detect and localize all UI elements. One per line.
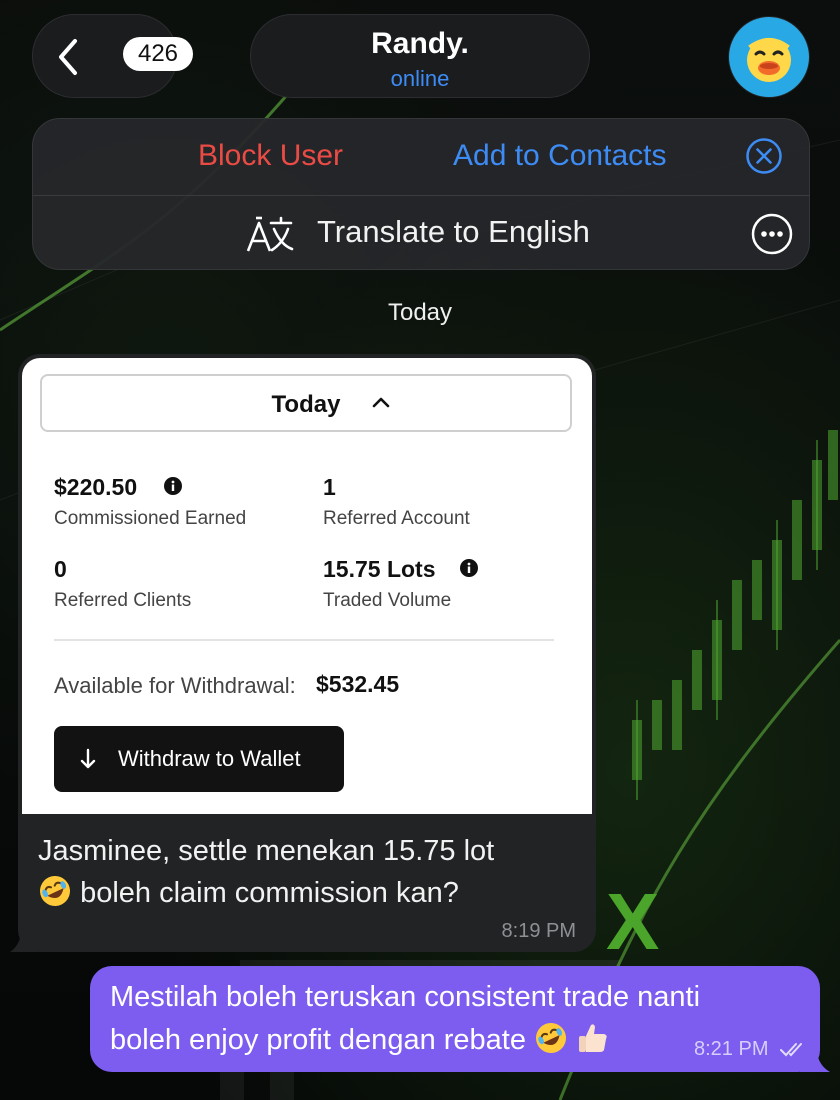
period-dropdown-value: Today <box>271 391 341 418</box>
date-separator: Today <box>387 299 453 326</box>
incoming-message-text: Jasminee, settle menekan 15.75 lot boleh… <box>38 830 578 914</box>
duck-avatar-icon <box>729 17 809 97</box>
available-withdrawal-label: Available for Withdrawal: <box>54 673 296 698</box>
message-line-2-wrap: boleh claim commission kan? <box>38 872 578 914</box>
rofl-emoji-icon <box>536 1023 567 1053</box>
info-icon <box>164 477 182 495</box>
back-button[interactable]: 426 <box>32 14 193 98</box>
screenshot-divider <box>54 639 554 641</box>
referred-account-value: 1 <box>323 474 336 500</box>
rofl-emoji-icon <box>40 876 70 906</box>
commission-earned-value: $220.50 <box>54 474 138 500</box>
available-withdrawal-value: $532.45 <box>316 671 400 697</box>
contact-status: online <box>390 66 450 91</box>
chat-title[interactable]: Randy. online <box>250 14 590 98</box>
read-checkmarks-icon <box>780 1043 802 1057</box>
add-to-contacts-button[interactable]: Add to Contacts <box>453 139 666 173</box>
outgoing-message-bubble[interactable]: Mestilah boleh teruskan consistent trade… <box>90 966 830 1072</box>
info-icon <box>460 559 478 577</box>
chevron-up-icon <box>372 397 390 408</box>
withdraw-button-label: Withdraw to Wallet <box>118 746 301 771</box>
close-icon[interactable] <box>745 137 783 175</box>
withdraw-to-wallet-button: Withdraw to Wallet <box>54 726 344 792</box>
translate-icon <box>246 216 294 252</box>
wallpaper-logo-x: X <box>606 877 659 966</box>
attached-screenshot[interactable]: Today $220.50 Commissioned Earned 1 Refe… <box>22 358 592 814</box>
message-line-1: Jasminee, settle menekan 15.75 lot <box>38 835 495 867</box>
traded-volume-label: Traded Volume <box>323 590 452 611</box>
translate-button[interactable]: Translate to English <box>317 214 590 250</box>
message-line-2: boleh claim commission kan? <box>80 877 459 909</box>
message-timestamp: 8:19 PM <box>501 920 576 942</box>
unread-count-badge: 426 <box>123 37 193 71</box>
contact-avatar[interactable] <box>728 16 810 98</box>
panel-divider <box>33 195 809 196</box>
message-line-1: Mestilah boleh teruskan consistent trade… <box>110 981 701 1013</box>
more-options-icon[interactable] <box>751 213 793 255</box>
referred-clients-value: 0 <box>54 556 67 582</box>
commission-earned-label: Commissioned Earned <box>54 508 247 529</box>
contact-action-panel: Block User Add to Contacts Translate to … <box>32 118 810 270</box>
traded-volume-value: 15.75 Lots <box>323 556 436 582</box>
referred-account-label: Referred Account <box>323 508 470 529</box>
message-timestamp: 8:21 PM <box>694 1038 769 1060</box>
block-user-button[interactable]: Block User <box>198 139 343 173</box>
incoming-message-bubble[interactable]: Today $220.50 Commissioned Earned 1 Refe… <box>10 354 596 952</box>
bubble-tail <box>10 924 38 952</box>
referred-clients-label: Referred Clients <box>54 590 192 611</box>
chevron-left-icon <box>59 39 77 75</box>
thumbs-up-emoji-icon <box>579 1024 607 1052</box>
contact-name: Randy. <box>371 27 469 60</box>
message-line-2: boleh enjoy profit dengan rebate <box>110 1024 526 1056</box>
arrow-down-icon <box>80 748 96 769</box>
period-dropdown: Today <box>40 374 572 432</box>
